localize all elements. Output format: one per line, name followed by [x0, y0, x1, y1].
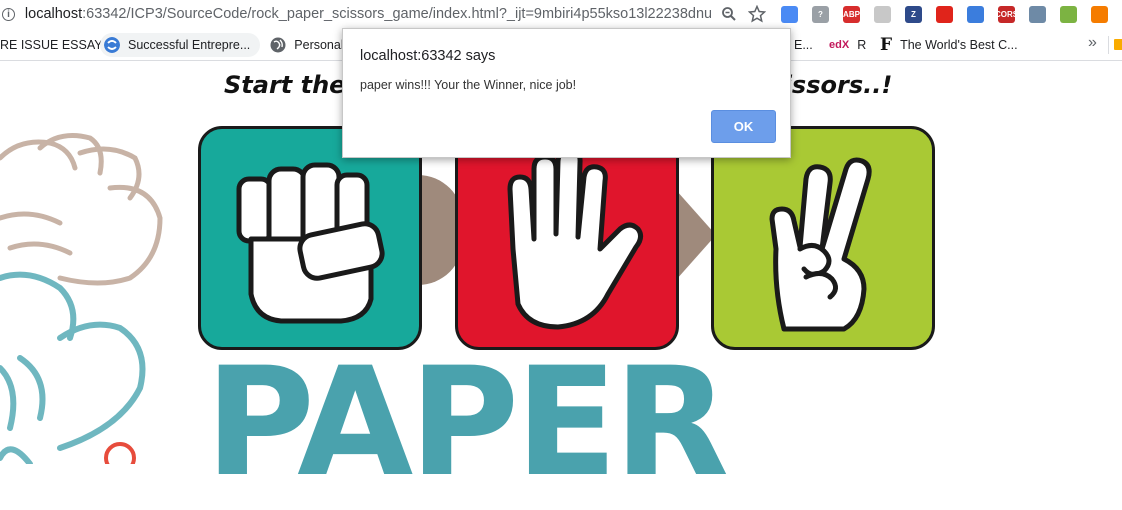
puzzle-color-icon[interactable] — [781, 5, 798, 23]
alert-dialog: localhost:63342 says paper wins!!! Your … — [342, 28, 791, 158]
bookmarks-separator — [1108, 36, 1109, 54]
s-swirl-icon — [104, 36, 120, 53]
bookmark-item[interactable]: Successful Entrepre... — [100, 32, 261, 57]
bookmark-star-icon[interactable] — [747, 4, 767, 24]
info-icon[interactable]: i — [2, 7, 15, 21]
zotero-icon[interactable]: Z — [905, 5, 922, 23]
cors-icon[interactable]: CORS — [995, 5, 1018, 23]
folder-icon[interactable] — [1114, 39, 1122, 50]
adblock-plus-icon[interactable]: ABP — [843, 5, 860, 23]
peace-sign-icon — [769, 157, 872, 332]
background-hand-illustration — [0, 133, 163, 464]
url-host: localhost — [24, 6, 83, 22]
scissors-button[interactable] — [711, 126, 935, 350]
url-text[interactable]: localhost:63342/ICP3/SourceCode/rock_pap… — [25, 6, 711, 22]
help-icon[interactable]: ? — [812, 5, 829, 23]
more-bookmarks-chevron-icon[interactable]: » — [1088, 34, 1097, 52]
result-word-graphic: PAPER — [205, 336, 729, 510]
bookmark-label: The World's Best C... — [900, 37, 1018, 52]
zoom-icon[interactable] — [719, 4, 739, 24]
dialog-message: paper wins!!! Your the Winner, nice job! — [360, 78, 577, 92]
f-letter-icon: F — [880, 34, 893, 55]
extensions-toolbar: ? ABP Z CORS — [781, 5, 1122, 23]
blue-feather-icon[interactable] — [967, 5, 984, 23]
tile-backdrop-shape — [676, 190, 716, 280]
url-path: :63342/ICP3/SourceCode/rock_paper_scisso… — [82, 6, 712, 22]
open-hand-icon — [507, 146, 644, 330]
mouse-icon[interactable] — [1060, 5, 1077, 23]
edx-icon: edX — [829, 38, 850, 51]
bookmark-item[interactable]: RE ISSUE ESSAY — [0, 33, 103, 57]
eye-icon[interactable] — [1029, 5, 1046, 23]
dialog-title: localhost:63342 says — [360, 48, 496, 64]
address-bar[interactable]: i localhost:63342/ICP3/SourceCode/rock_p… — [0, 0, 1122, 28]
bookmark-item[interactable]: F The World's Best C... — [880, 33, 1026, 57]
pdf-icon[interactable] — [874, 5, 891, 23]
bookmark-label: Successful Entrepre... — [128, 37, 251, 52]
paper-button[interactable] — [455, 126, 679, 350]
bookmark-label: RE ISSUE ESSAY — [0, 37, 103, 52]
ok-button[interactable]: OK — [711, 110, 776, 143]
fist-icon — [236, 162, 385, 324]
bookmark-label: R — [857, 37, 867, 52]
bookmark-label: E... — [794, 37, 813, 52]
rock-button[interactable] — [198, 126, 422, 350]
orange-ext-icon[interactable] — [1091, 5, 1108, 23]
globe-icon — [270, 37, 286, 52]
bookmark-item[interactable]: edX R — [829, 33, 874, 57]
bookmark-item[interactable]: E... — [794, 33, 821, 57]
red-hand-icon[interactable] — [936, 5, 953, 23]
